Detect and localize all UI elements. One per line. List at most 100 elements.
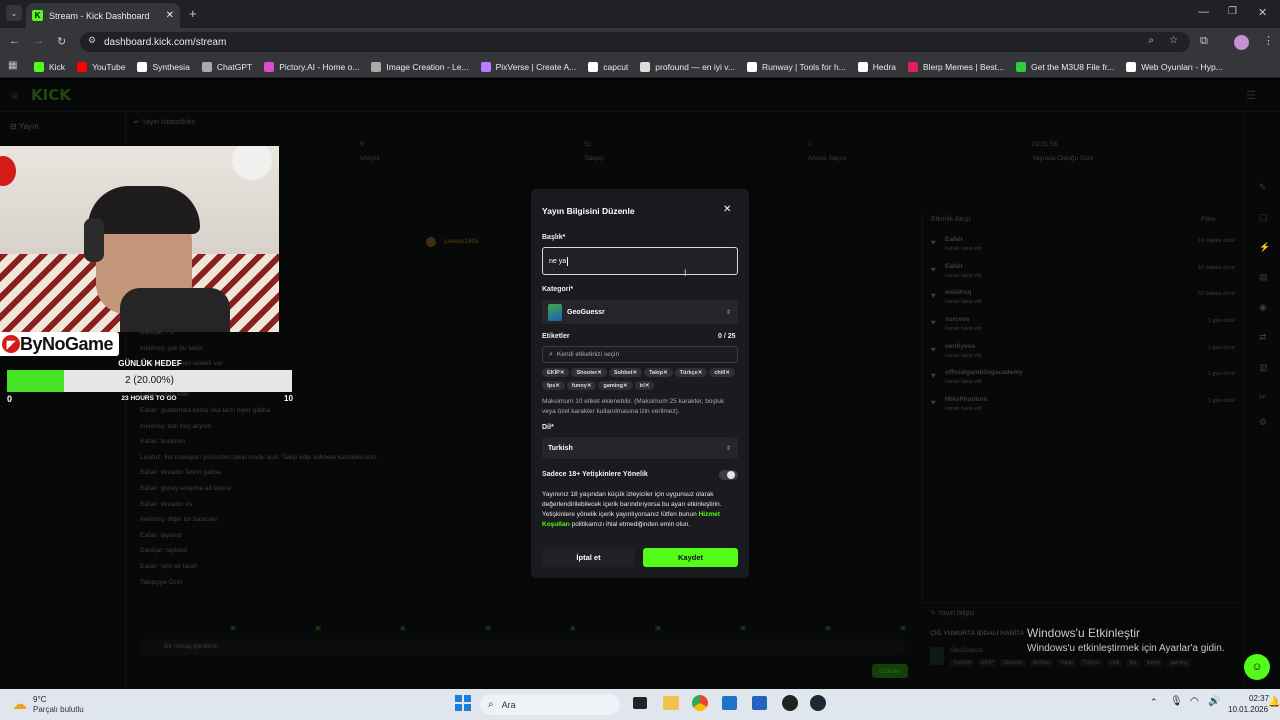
send-button[interactable]: Gönder [872,664,908,678]
filter-button[interactable]: Filtre [1201,216,1215,223]
emote-icon[interactable]: ▣ [655,624,661,632]
tray-chevron-icon[interactable]: ⌃ [1150,697,1158,708]
tag-remove-icon[interactable]: ✕ [623,383,628,389]
bookmark-item[interactable]: Synthesia [137,61,190,72]
bookmark-item[interactable]: Image Creation - Le... [371,61,469,72]
back-icon[interactable]: ← [9,35,20,47]
emote-icon[interactable]: ▣ [900,624,906,632]
bookmark-star-icon[interactable]: ☆ [1169,35,1178,46]
tool-icon-2[interactable]: ⚡ [1259,242,1270,253]
emote-icon[interactable]: ▣ [315,624,321,632]
tool-icon-6[interactable]: ▥ [1259,362,1268,373]
adult-toggle[interactable] [719,470,738,480]
restore-icon[interactable]: ❐ [1228,6,1237,17]
bookmark-item[interactable]: Pictory.AI - Home o... [264,61,359,72]
forward-icon[interactable]: → [33,35,44,47]
tool-icon-5[interactable]: ⇄ [1259,332,1267,343]
bookmark-item[interactable]: Blerp Memes | Best... [907,61,1004,72]
bookmark-item[interactable]: Get the M3U8 File fr... [1016,61,1114,72]
modal-close-icon[interactable]: ✕ [723,204,731,215]
wifi-icon[interactable]: ◠ [1190,696,1199,707]
emote-icon[interactable]: ◉ [400,624,406,632]
site-info-icon[interactable]: ⚙ [88,35,96,46]
volume-icon[interactable]: 🔊 [1208,696,1220,707]
kick-logo[interactable]: KICK [31,86,71,104]
notification-icon[interactable]: 🔔 [1268,697,1280,708]
apps-grid-icon[interactable]: ▦ [8,60,17,71]
emote-icon[interactable]: ▣ [825,624,831,632]
activity-user[interactable]: Eafair [945,263,963,270]
tool-icon-4[interactable]: ◉ [1259,302,1267,313]
tag-remove-icon[interactable]: ✕ [632,370,637,376]
bookmark-item[interactable]: Hedra [857,61,896,72]
file-explorer-icon[interactable] [663,696,679,710]
bookmark-item[interactable]: Runway | Tools for h... [746,61,846,72]
bookmark-item[interactable]: capcut [588,61,628,72]
outlook-icon[interactable] [722,696,737,710]
activity-user[interactable]: meliihxq [945,289,971,296]
steam-icon[interactable] [810,695,826,711]
cancel-button[interactable]: İptal et [542,548,635,567]
new-tab-icon[interactable]: + [189,6,197,21]
hamburger-icon[interactable]: ≡ [11,89,18,103]
tag-remove-icon[interactable]: ✕ [698,370,703,376]
reload-icon[interactable]: ↻ [57,35,66,48]
activity-user[interactable]: verdiyeva [945,343,975,350]
browser-menu-icon[interactable]: ⋮ [1263,34,1274,47]
clock-time[interactable]: 02:37 [1249,694,1269,703]
title-input[interactable]: ne ya [542,247,738,275]
chat-user-name[interactable]: cavess1905 [444,238,479,245]
address-bar[interactable]: ⚙ dashboard.kick.com/stream ⌕ ☆ [80,32,1190,52]
bookmark-item[interactable]: Kick [34,61,65,72]
bookmark-item[interactable]: PixVerse | Create A... [480,61,576,72]
tag-remove-icon[interactable]: ✕ [663,370,668,376]
chrome-icon[interactable] [692,695,708,711]
tool-icon-3[interactable]: ▤ [1259,272,1268,283]
tag-remove-icon[interactable]: ✕ [587,383,592,389]
activity-user[interactable]: xorcees [945,316,970,323]
zoom-icon[interactable]: ⌕ [1148,35,1154,46]
support-chat-icon[interactable]: ☺ [1244,654,1270,680]
tag-remove-icon[interactable]: ✕ [560,370,565,376]
tag-remove-icon[interactable]: ✕ [597,370,602,376]
header-user-icon[interactable]: ☰ [1246,89,1256,102]
category-select[interactable]: GeoGuessr ⇕ [542,300,738,324]
activity-user[interactable]: MikePhantom [945,396,987,403]
tool-icon-7[interactable]: ✂ [1259,392,1267,403]
start-button[interactable] [455,695,471,711]
language-select[interactable]: Turkish ⇕ [542,437,738,459]
tag-remove-icon[interactable]: ✕ [645,383,650,389]
task-view-icon[interactable] [633,697,647,709]
edit-icon[interactable]: ✎ [1259,182,1267,193]
minimize-icon[interactable]: — [1198,6,1209,18]
tool-icon-1[interactable]: ▢ [1259,212,1268,223]
chat-input[interactable]: Bir mesaj gönderin [140,639,905,655]
activity-user[interactable]: officialgamblingacademy [945,369,1023,376]
sidebar-item-yayin[interactable]: ⊟ Yayın [10,122,39,131]
store-icon[interactable] [752,696,767,710]
emote-icon[interactable]: ▣ [230,624,236,632]
tab-close-icon[interactable]: ✕ [166,10,174,21]
extensions-icon[interactable]: ⧉ [1200,35,1208,48]
emote-icon[interactable]: ◉ [570,624,576,632]
taskbar-search[interactable]: ⌕ Ara [480,694,620,715]
browser-tab[interactable]: K Stream - Kick Dashboard ✕ [26,3,180,28]
tag-remove-icon[interactable]: ✕ [555,383,560,389]
mic-icon[interactable]: 🎙 [1170,696,1183,707]
emote-icon[interactable]: ▣ [485,624,491,632]
window-close-icon[interactable]: ✕ [1258,6,1267,19]
obs-icon[interactable] [782,695,798,711]
clock-date[interactable]: 10.01.2026 [1228,705,1268,714]
tab-search-icon[interactable]: ⌄ [6,5,22,21]
tool-icon-8[interactable]: ⚙ [1259,417,1267,428]
save-button[interactable]: Kaydet [643,548,738,567]
weather-icon[interactable]: ☁ [12,695,27,713]
bookmark-item[interactable]: YouTube [77,61,125,72]
tag-remove-icon[interactable]: ✕ [725,370,730,376]
bookmark-item[interactable]: Web Oyunları - Hyp... [1126,61,1223,72]
tags-search-input[interactable]: ⌕ Kendi etiketinizi seçin [542,346,738,363]
activity-user[interactable]: Eafair [945,236,963,243]
bookmark-item[interactable]: ChatGPT [201,61,252,72]
bookmark-item[interactable]: profound — en iyi v... [640,61,735,72]
profile-avatar[interactable] [1234,35,1249,50]
